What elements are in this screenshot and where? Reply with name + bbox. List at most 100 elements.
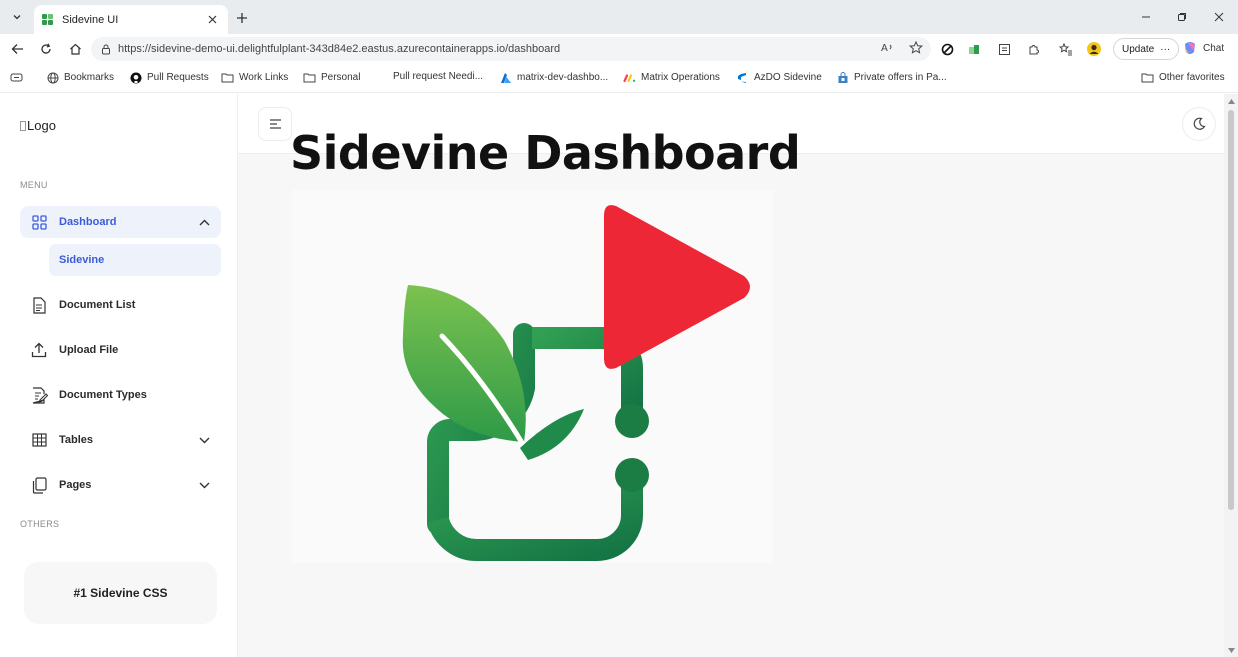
profile-avatar-icon[interactable] bbox=[1086, 41, 1102, 57]
new-tab-plus-icon[interactable] bbox=[232, 8, 252, 28]
extension-box-icon[interactable] bbox=[996, 41, 1012, 57]
chevron-down-icon[interactable] bbox=[197, 433, 211, 447]
favorites-list-icon[interactable] bbox=[1058, 41, 1074, 57]
sidebar-item-label: Upload File bbox=[59, 344, 119, 356]
sidebar-item-tables[interactable]: Tables bbox=[20, 424, 221, 456]
bookmark-matrix-dev-dashboard[interactable]: matrix-dev-dashbo... bbox=[499, 71, 608, 84]
address-toolbar: https://sidevine-demo-ui.delightfulplant… bbox=[0, 34, 1238, 64]
sidebar-item-label: Tables bbox=[59, 434, 94, 446]
sidevine-favicon-icon bbox=[42, 14, 53, 25]
chat-label: Chat bbox=[1203, 42, 1225, 54]
sidebar-item-pages[interactable]: Pages bbox=[20, 469, 221, 501]
bookmark-work-links[interactable]: Work Links bbox=[221, 71, 288, 84]
table-icon bbox=[30, 431, 48, 449]
bookmark-label: Private offers in Pa... bbox=[854, 72, 947, 83]
folder-icon bbox=[1141, 71, 1154, 84]
bookmark-azdo-sidevine[interactable]: AzDO Sidevine bbox=[736, 71, 822, 84]
sidebar: Logo MENU Dashboard Sidevine Document Li… bbox=[0, 94, 238, 657]
sidebar-item-document-list[interactable]: Document List bbox=[20, 289, 221, 321]
bookmark-label: Pull Requests bbox=[147, 72, 209, 83]
url-text: https://sidevine-demo-ui.delightfulplant… bbox=[118, 43, 561, 55]
sidebar-item-label: Pages bbox=[59, 479, 92, 491]
others-section-label: OTHERS bbox=[20, 519, 60, 529]
edit-document-icon bbox=[30, 386, 48, 404]
bookmark-label: Matrix Operations bbox=[641, 72, 720, 83]
update-button[interactable]: Update ··· bbox=[1113, 38, 1180, 60]
monday-icon bbox=[623, 71, 636, 84]
page-title: Sidevine Dashboard bbox=[290, 126, 801, 180]
store-icon bbox=[836, 71, 849, 84]
update-label: Update bbox=[1122, 43, 1155, 55]
scroll-up-arrow-icon[interactable] bbox=[1227, 97, 1235, 105]
tab-list-chevron-icon[interactable] bbox=[6, 7, 28, 27]
lock-icon[interactable] bbox=[99, 42, 113, 56]
bookmark-label: Work Links bbox=[239, 72, 289, 83]
bookmark-pull-request-needi[interactable]: Pull request Needi... bbox=[393, 71, 483, 82]
menu-hamburger-button[interactable] bbox=[258, 107, 292, 141]
folder-icon bbox=[221, 71, 234, 84]
sidebar-item-document-types[interactable]: Document Types bbox=[20, 379, 221, 411]
bookmark-other-favorites[interactable]: Other favorites bbox=[1141, 71, 1225, 84]
read-aloud-icon[interactable]: A bbox=[881, 41, 895, 57]
bookmark-label: AzDO Sidevine bbox=[754, 72, 822, 83]
home-icon[interactable] bbox=[64, 39, 86, 59]
bookmarks-toggle-icon[interactable] bbox=[10, 71, 23, 84]
bookmark-matrix-operations[interactable]: Matrix Operations bbox=[623, 71, 720, 84]
bookmark-pull-requests[interactable]: Pull Requests bbox=[129, 71, 209, 84]
browser-tab-bar: Sidevine UI bbox=[0, 0, 1238, 34]
refresh-icon[interactable] bbox=[35, 39, 57, 59]
back-arrow-icon[interactable] bbox=[6, 39, 28, 59]
copilot-icon bbox=[1185, 42, 1195, 54]
puzzle-extensions-icon[interactable] bbox=[1026, 41, 1042, 57]
broken-image-icon bbox=[20, 120, 26, 131]
chevron-down-icon[interactable] bbox=[197, 478, 211, 492]
dark-mode-toggle-button[interactable] bbox=[1182, 107, 1216, 141]
extension-green-icon[interactable] bbox=[966, 41, 982, 57]
page-scrollbar[interactable] bbox=[1224, 94, 1238, 657]
close-window-icon[interactable] bbox=[1207, 8, 1231, 26]
github-icon bbox=[129, 71, 142, 84]
block-icon[interactable] bbox=[939, 41, 955, 57]
promo-text: #1 Sidevine CSS bbox=[73, 586, 168, 600]
more-dots-icon: ··· bbox=[1160, 43, 1171, 55]
bookmarks-bar: Bookmarks Pull Requests Work Links Perso… bbox=[0, 64, 1238, 93]
logo-broken-image[interactable]: Logo bbox=[20, 118, 56, 133]
menu-section-label: MENU bbox=[20, 180, 48, 190]
restore-icon[interactable] bbox=[1170, 8, 1194, 26]
close-tab-icon[interactable] bbox=[204, 12, 220, 28]
bookmark-label: matrix-dev-dashbo... bbox=[517, 72, 609, 83]
scroll-down-arrow-icon[interactable] bbox=[1227, 646, 1235, 654]
sidebar-item-dashboard[interactable]: Dashboard bbox=[20, 206, 221, 238]
moon-icon bbox=[1193, 117, 1206, 130]
play-video-icon[interactable] bbox=[596, 202, 756, 372]
grid-icon bbox=[30, 213, 48, 231]
bookmark-personal[interactable]: Personal bbox=[303, 71, 360, 84]
logo-alt-text: Logo bbox=[27, 118, 56, 133]
upload-icon bbox=[30, 341, 48, 359]
sidebar-item-label: Dashboard bbox=[59, 216, 117, 228]
minimize-icon[interactable] bbox=[1134, 8, 1158, 26]
promo-card[interactable]: #1 Sidevine CSS bbox=[24, 562, 217, 624]
bookmark-label: Other favorites bbox=[1159, 72, 1225, 83]
bookmark-bookmarks[interactable]: Bookmarks bbox=[46, 71, 114, 84]
url-bar[interactable]: https://sidevine-demo-ui.delightfulplant… bbox=[91, 37, 931, 61]
tab-title: Sidevine UI bbox=[62, 13, 119, 26]
sidebar-item-upload-file[interactable]: Upload File bbox=[20, 334, 221, 366]
bookmark-label: Pull request Needi... bbox=[393, 71, 484, 82]
scrollbar-thumb[interactable] bbox=[1228, 110, 1234, 510]
bookmark-private-offers[interactable]: Private offers in Pa... bbox=[836, 71, 947, 84]
browser-tab[interactable]: Sidevine UI bbox=[34, 5, 228, 34]
sidebar-subitem-sidevine[interactable]: Sidevine bbox=[49, 244, 221, 276]
azure-devops-icon bbox=[736, 71, 749, 84]
sidebar-item-label: Document List bbox=[59, 299, 136, 311]
globe-icon bbox=[46, 71, 59, 84]
bookmark-label: Personal bbox=[321, 72, 361, 83]
azure-icon bbox=[499, 71, 512, 84]
document-icon bbox=[30, 296, 48, 314]
chevron-up-icon[interactable] bbox=[197, 215, 211, 229]
folder-icon bbox=[303, 71, 316, 84]
favorite-star-icon[interactable] bbox=[908, 40, 924, 57]
sidebar-item-label: Document Types bbox=[59, 389, 147, 401]
pages-icon bbox=[30, 476, 48, 494]
copilot-chat-button[interactable]: Chat bbox=[1182, 40, 1224, 56]
